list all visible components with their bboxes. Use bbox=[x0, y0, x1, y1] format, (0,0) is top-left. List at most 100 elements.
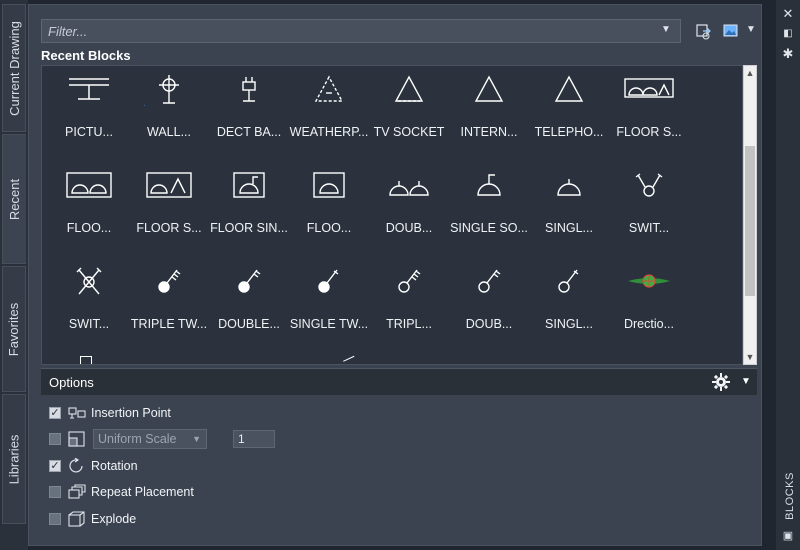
block-item[interactable]: FLOOR S... bbox=[609, 69, 689, 165]
gear-icon[interactable] bbox=[711, 372, 731, 392]
option-insertion-point: ✓ Insertion Point bbox=[49, 403, 171, 423]
floor-single-socket-icon bbox=[233, 172, 265, 198]
block-label: INTERN... bbox=[460, 125, 518, 139]
block-item[interactable]: DOUBLE... bbox=[209, 261, 289, 357]
block-item[interactable]: SINGLE TW... bbox=[289, 261, 369, 357]
palette-menu-icon[interactable]: ▣ bbox=[780, 528, 796, 544]
block-label: SINGLE SO... bbox=[450, 221, 528, 235]
block-label: WALL... bbox=[147, 125, 191, 139]
block-item[interactable]: PICTU... bbox=[49, 69, 129, 165]
block-grid: PICTU... WALL... DECT BA... WEATHERP... … bbox=[41, 65, 743, 365]
block-item[interactable]: INTERN... bbox=[449, 69, 529, 165]
triple-twoway-switch-icon bbox=[158, 269, 181, 293]
scroll-down-icon[interactable]: ▼ bbox=[744, 350, 756, 364]
thumbnail-view-icon bbox=[723, 24, 738, 37]
block-label: TRIPLE TW... bbox=[130, 317, 208, 331]
single-socket-switched-icon bbox=[477, 174, 501, 196]
option-repeat-placement: Repeat Placement bbox=[49, 482, 194, 502]
block-label: Drectio... bbox=[623, 317, 674, 331]
block-item[interactable]: DOUB... bbox=[369, 165, 449, 261]
insertion-point-checkbox[interactable]: ✓ bbox=[49, 407, 61, 419]
tab-libraries[interactable]: Libraries bbox=[2, 394, 26, 524]
internet-triangle-icon bbox=[474, 75, 504, 102]
chevron-down-icon: ▼ bbox=[192, 434, 201, 444]
scale-value-input[interactable] bbox=[233, 430, 275, 448]
filter-input[interactable] bbox=[41, 19, 681, 43]
properties-gear-icon[interactable]: ✱ bbox=[780, 46, 796, 62]
block-item[interactable]: WEATHERP... bbox=[289, 69, 369, 165]
explode-checkbox[interactable] bbox=[49, 513, 61, 525]
block-item[interactable]: Drectio... bbox=[609, 261, 689, 357]
block-item[interactable]: SWIT... bbox=[49, 261, 129, 357]
block-label: TELEPHO... bbox=[534, 125, 604, 139]
picture-rail-icon bbox=[69, 78, 109, 100]
block-label: SINGL... bbox=[545, 317, 593, 331]
switch-cross-icon bbox=[76, 267, 102, 295]
explode-label: Explode bbox=[91, 512, 137, 526]
telephone-triangle-icon bbox=[554, 75, 584, 102]
palette-tab-strip: Current Drawing Recent Favorites Librari… bbox=[0, 0, 28, 550]
auto-hide-icon[interactable]: ◧ bbox=[780, 26, 796, 42]
block-item[interactable]: FLOOR S... bbox=[129, 165, 209, 261]
block-item[interactable]: SINGL... bbox=[529, 165, 609, 261]
block-item[interactable]: FLOO... bbox=[49, 165, 129, 261]
block-item[interactable]: TELEPHO... bbox=[529, 69, 609, 165]
block-item[interactable]: SWIT... bbox=[609, 165, 689, 261]
single-socket-icon bbox=[557, 179, 581, 196]
block-item[interactable]: DECT BA... bbox=[209, 69, 289, 165]
block-label: SINGL... bbox=[545, 221, 593, 235]
wall-crosshair-icon bbox=[144, 75, 179, 106]
block-label: FLOOR SIN... bbox=[210, 221, 288, 235]
repeat-placement-checkbox[interactable] bbox=[49, 486, 61, 498]
block-label: DOUB... bbox=[465, 317, 513, 331]
filter-row: ▼ ▼ bbox=[41, 19, 756, 45]
uniform-scale-checkbox[interactable] bbox=[49, 433, 61, 445]
tab-favorites[interactable]: Favorites bbox=[2, 266, 26, 392]
block-item[interactable]: TRIPLE TW... bbox=[129, 261, 209, 357]
tab-recent[interactable]: Recent bbox=[2, 134, 26, 264]
block-item[interactable]: TV SOCKET bbox=[369, 69, 449, 165]
single-twoway-switch-icon bbox=[318, 269, 339, 293]
block-label: FLOO... bbox=[306, 221, 352, 235]
block-label: DOUB... bbox=[385, 221, 433, 235]
view-options-button[interactable] bbox=[721, 21, 741, 41]
block-item[interactable]: FLOO... bbox=[289, 165, 369, 261]
block-label: WEATHERP... bbox=[289, 125, 369, 139]
triple-switch-icon bbox=[398, 269, 421, 293]
block-label: SINGLE TW... bbox=[289, 317, 369, 331]
block-label: TV SOCKET bbox=[373, 125, 445, 139]
rotation-checkbox[interactable]: ✓ bbox=[49, 460, 61, 472]
grid-scrollbar[interactable]: ▲ ▼ bbox=[743, 65, 757, 365]
dect-base-plug-icon bbox=[242, 77, 256, 102]
switch-open-icon bbox=[635, 173, 663, 197]
single-switch-icon bbox=[558, 269, 579, 293]
repeat-placement-icon bbox=[67, 484, 87, 500]
uniform-scale-select: Uniform Scale ▼ bbox=[93, 429, 207, 449]
options-header[interactable]: Options ▼ bbox=[41, 368, 757, 395]
insert-from-file-button[interactable] bbox=[694, 21, 714, 41]
block-label: DOUBLE... bbox=[218, 317, 280, 331]
block-item[interactable]: SINGL... bbox=[529, 261, 609, 357]
scroll-up-icon[interactable]: ▲ bbox=[744, 66, 756, 80]
floor-single-socket-icon bbox=[313, 172, 345, 198]
block-item[interactable]: FLOOR SIN... bbox=[209, 165, 289, 261]
filter-dropdown-icon[interactable]: ▼ bbox=[661, 24, 671, 35]
floor-socket-box-icon bbox=[624, 78, 674, 98]
palette-title-strip: ✕ ◧ ✱ BLOCKS ▣ bbox=[776, 0, 800, 550]
direction-marker-icon bbox=[628, 274, 670, 288]
scroll-thumb[interactable] bbox=[745, 146, 755, 296]
block-item[interactable]: DOUB... bbox=[449, 261, 529, 357]
block-item[interactable]: SINGLE SO... bbox=[449, 165, 529, 261]
block-item[interactable]: WALL... bbox=[129, 69, 209, 165]
tab-favorites-label: Favorites bbox=[6, 302, 22, 356]
tab-current-drawing[interactable]: Current Drawing bbox=[2, 4, 26, 132]
close-icon[interactable]: ✕ bbox=[780, 6, 796, 22]
explode-icon bbox=[67, 511, 87, 527]
view-dropdown-icon[interactable]: ▼ bbox=[746, 24, 756, 35]
block-label: FLOO... bbox=[66, 221, 112, 235]
block-item[interactable]: TRIPL... bbox=[369, 261, 449, 357]
floor-socket-box-icon bbox=[146, 172, 192, 198]
options-dropdown-icon[interactable]: ▼ bbox=[741, 376, 751, 387]
rotation-label: Rotation bbox=[91, 459, 138, 473]
block-label: SWIT... bbox=[628, 221, 670, 235]
